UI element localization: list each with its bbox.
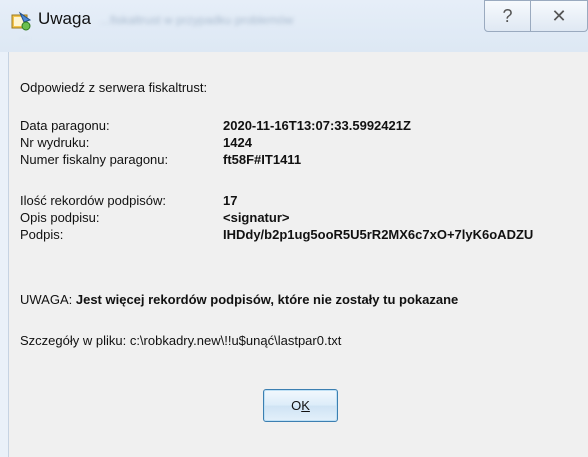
- window-title-obscured-line2: ...: [20, 30, 30, 42]
- warning-message: UWAGA: Jest więcej rekordów podpisów, kt…: [20, 292, 458, 307]
- field-label-receipt-date: Data paragonu:: [20, 118, 110, 133]
- app-icon: [10, 10, 32, 32]
- close-icon: ✕: [551, 6, 567, 26]
- field-value-fiscal-number: ft58F#IT1411: [223, 152, 302, 167]
- dialog-body: Odpowiedź z serwera fiskaltrust: Data pa…: [8, 52, 588, 457]
- warning-text: Jest więcej rekordów podpisów, które nie…: [75, 292, 459, 307]
- field-label-print-number: Nr wydruku:: [20, 135, 90, 150]
- ok-button-label: OK: [291, 398, 310, 413]
- question-mark-icon: ?: [502, 6, 513, 26]
- field-label-signature: Podpis:: [20, 227, 64, 242]
- intro-text: Odpowiedź z serwera fiskaltrust:: [20, 80, 208, 95]
- field-label-signature-description: Opis podpisu:: [20, 210, 100, 225]
- warning-prefix: UWAGA:: [20, 292, 76, 307]
- close-button[interactable]: ✕: [530, 0, 588, 32]
- field-label-fiscal-number: Numer fiskalny paragonu:: [20, 152, 169, 167]
- details-path: Szczegóły w pliku: c:\robkadry.new\!!u$u…: [20, 333, 342, 348]
- field-label-signature-count: Ilość rekordów podpisów:: [20, 193, 166, 208]
- message-dialog: Uwaga ...fiskaltrust w przypadku problem…: [0, 0, 588, 457]
- field-value-print-number: 1424: [223, 135, 252, 150]
- title-bar: Uwaga ...fiskaltrust w przypadku problem…: [0, 0, 588, 52]
- field-value-receipt-date: 2020-11-16T13:07:33.5992421Z: [223, 118, 411, 133]
- field-value-signature: IHDdy/b2p1ug5ooR5U5rR2MX6c7xO+7lyK6oADZU: [223, 227, 534, 242]
- window-title-obscured: ...fiskaltrust w przypadku problemów: [100, 13, 294, 27]
- field-value-signature-count: 17: [223, 193, 238, 208]
- ok-button[interactable]: OK: [263, 389, 338, 422]
- window-title: Uwaga: [38, 9, 91, 28]
- help-button[interactable]: ?: [484, 0, 531, 32]
- field-value-signature-description: <signatur>: [223, 210, 290, 225]
